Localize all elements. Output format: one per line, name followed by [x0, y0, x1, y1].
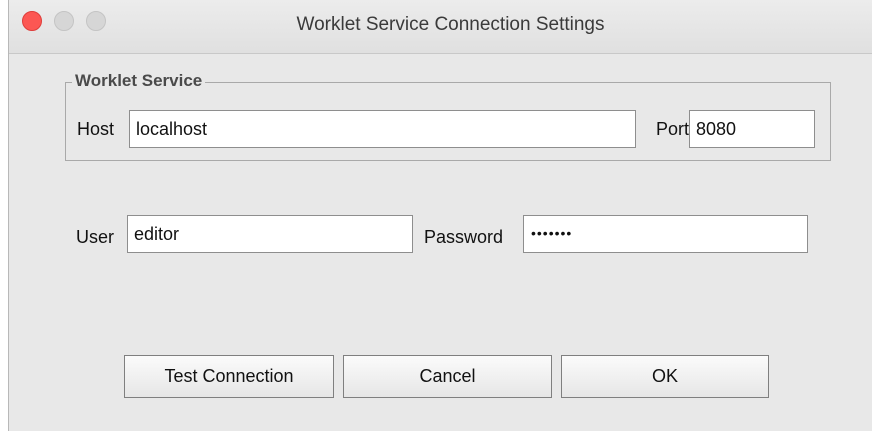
user-input[interactable] [127, 215, 413, 253]
test-connection-button[interactable]: Test Connection [124, 355, 334, 398]
password-input[interactable]: ••••••• [523, 215, 808, 253]
password-mask: ••••••• [531, 225, 573, 241]
window-title: Worklet Service Connection Settings [296, 14, 605, 35]
host-label: Host [77, 119, 115, 139]
settings-dialog: Worklet Service Connection Settings Work… [8, 0, 872, 431]
cancel-button[interactable]: Cancel [343, 355, 552, 398]
ok-button[interactable]: OK [561, 355, 769, 398]
port-label: Port [656, 119, 690, 139]
user-label: User [76, 227, 115, 247]
group-legend: Worklet Service [72, 71, 206, 91]
host-input[interactable] [129, 110, 636, 148]
port-input[interactable] [689, 110, 815, 148]
title-bar: Worklet Service Connection Settings [9, 0, 872, 54]
password-label: Password [424, 227, 504, 247]
